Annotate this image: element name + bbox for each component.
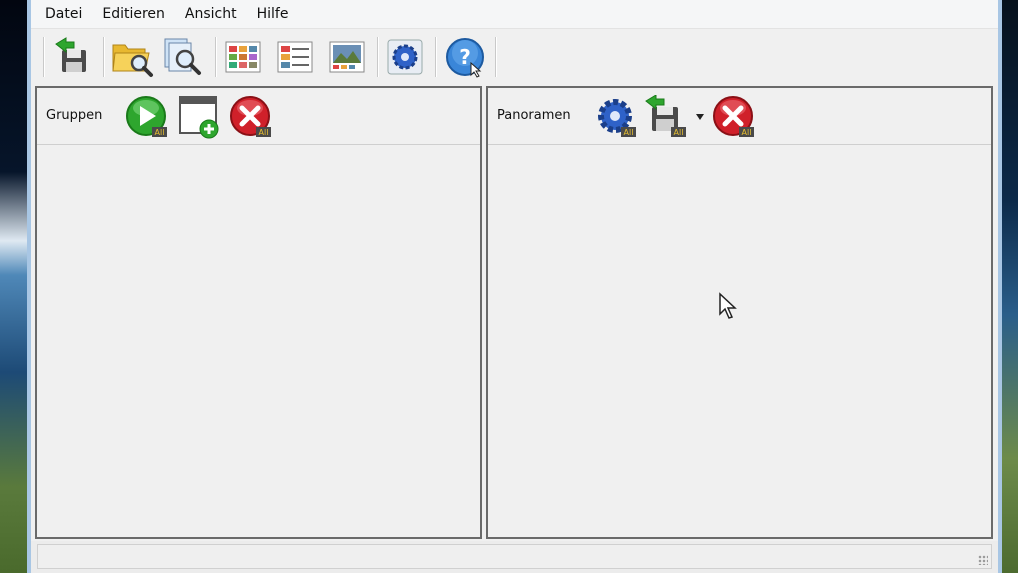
menu-editieren[interactable]: Editieren <box>92 0 175 28</box>
save-icon <box>55 37 86 72</box>
list-view-icon <box>277 41 313 73</box>
toolbar-separator <box>495 37 497 77</box>
resize-grip[interactable] <box>978 555 988 565</box>
image-view-button[interactable] <box>325 35 369 79</box>
process-all-button[interactable]: All <box>594 96 638 138</box>
menu-ansicht[interactable]: Ansicht <box>175 0 247 28</box>
add-group-icon <box>179 96 219 139</box>
toolbar-separator <box>215 37 217 77</box>
help-icon: ? <box>446 38 484 78</box>
groups-panel: Gruppen All All <box>35 86 482 539</box>
svg-text:All: All <box>674 128 684 137</box>
toolbar-grip <box>43 37 45 77</box>
play-all-button[interactable]: All <box>125 96 169 138</box>
process-all-icon: All <box>598 99 636 137</box>
list-view-button[interactable] <box>273 35 317 79</box>
groups-panel-header: Gruppen All All <box>37 88 480 145</box>
menu-hilfe[interactable]: Hilfe <box>247 0 299 28</box>
delete-all-groups-button[interactable]: All <box>229 96 273 138</box>
menu-bar: Datei Editieren Ansicht Hilfe <box>31 0 998 29</box>
delete-all-panoramas-icon: All <box>713 96 754 137</box>
svg-text:All: All <box>742 128 752 137</box>
toolbar-separator <box>435 37 437 77</box>
window-frame-left <box>27 0 31 573</box>
svg-text:?: ? <box>459 45 471 69</box>
settings-gear-icon <box>387 39 423 75</box>
search-files-button[interactable] <box>161 35 205 79</box>
toolbar-separator <box>377 37 379 77</box>
settings-button[interactable] <box>383 35 427 79</box>
svg-text:All: All <box>259 128 269 137</box>
save-all-icon: All <box>645 95 686 137</box>
status-bar <box>31 541 998 573</box>
toolbar-separator <box>103 37 105 77</box>
panoramas-panel-header: Panoramen All All All <box>488 88 991 145</box>
svg-text:All: All <box>155 128 165 137</box>
save-all-button[interactable]: All <box>644 95 688 138</box>
desktop-background-right <box>1002 0 1018 573</box>
svg-text:All: All <box>624 128 634 137</box>
menu-datei[interactable]: Datei <box>31 0 92 28</box>
delete-all-panoramas-button[interactable]: All <box>712 96 756 138</box>
search-files-icon <box>164 38 201 75</box>
help-button[interactable]: ? <box>443 35 487 79</box>
save-button[interactable] <box>51 35 95 79</box>
open-folder-icon <box>112 44 153 77</box>
delete-all-icon: All <box>230 96 271 137</box>
chevron-down-icon[interactable] <box>695 113 705 121</box>
mouse-cursor-icon <box>719 292 737 319</box>
groups-title: Gruppen <box>46 108 103 123</box>
desktop-background-left <box>0 0 27 573</box>
add-group-button[interactable] <box>177 96 221 139</box>
grid-view-button[interactable] <box>221 35 265 79</box>
panoramas-title: Panoramen <box>497 108 571 123</box>
play-all-icon: All <box>126 96 167 137</box>
window-frame-right <box>998 0 1002 573</box>
image-view-icon <box>329 41 365 73</box>
status-field <box>37 544 992 569</box>
toolbar: ? <box>31 29 998 85</box>
open-folder-button[interactable] <box>111 35 155 79</box>
grid-view-icon <box>225 41 261 73</box>
